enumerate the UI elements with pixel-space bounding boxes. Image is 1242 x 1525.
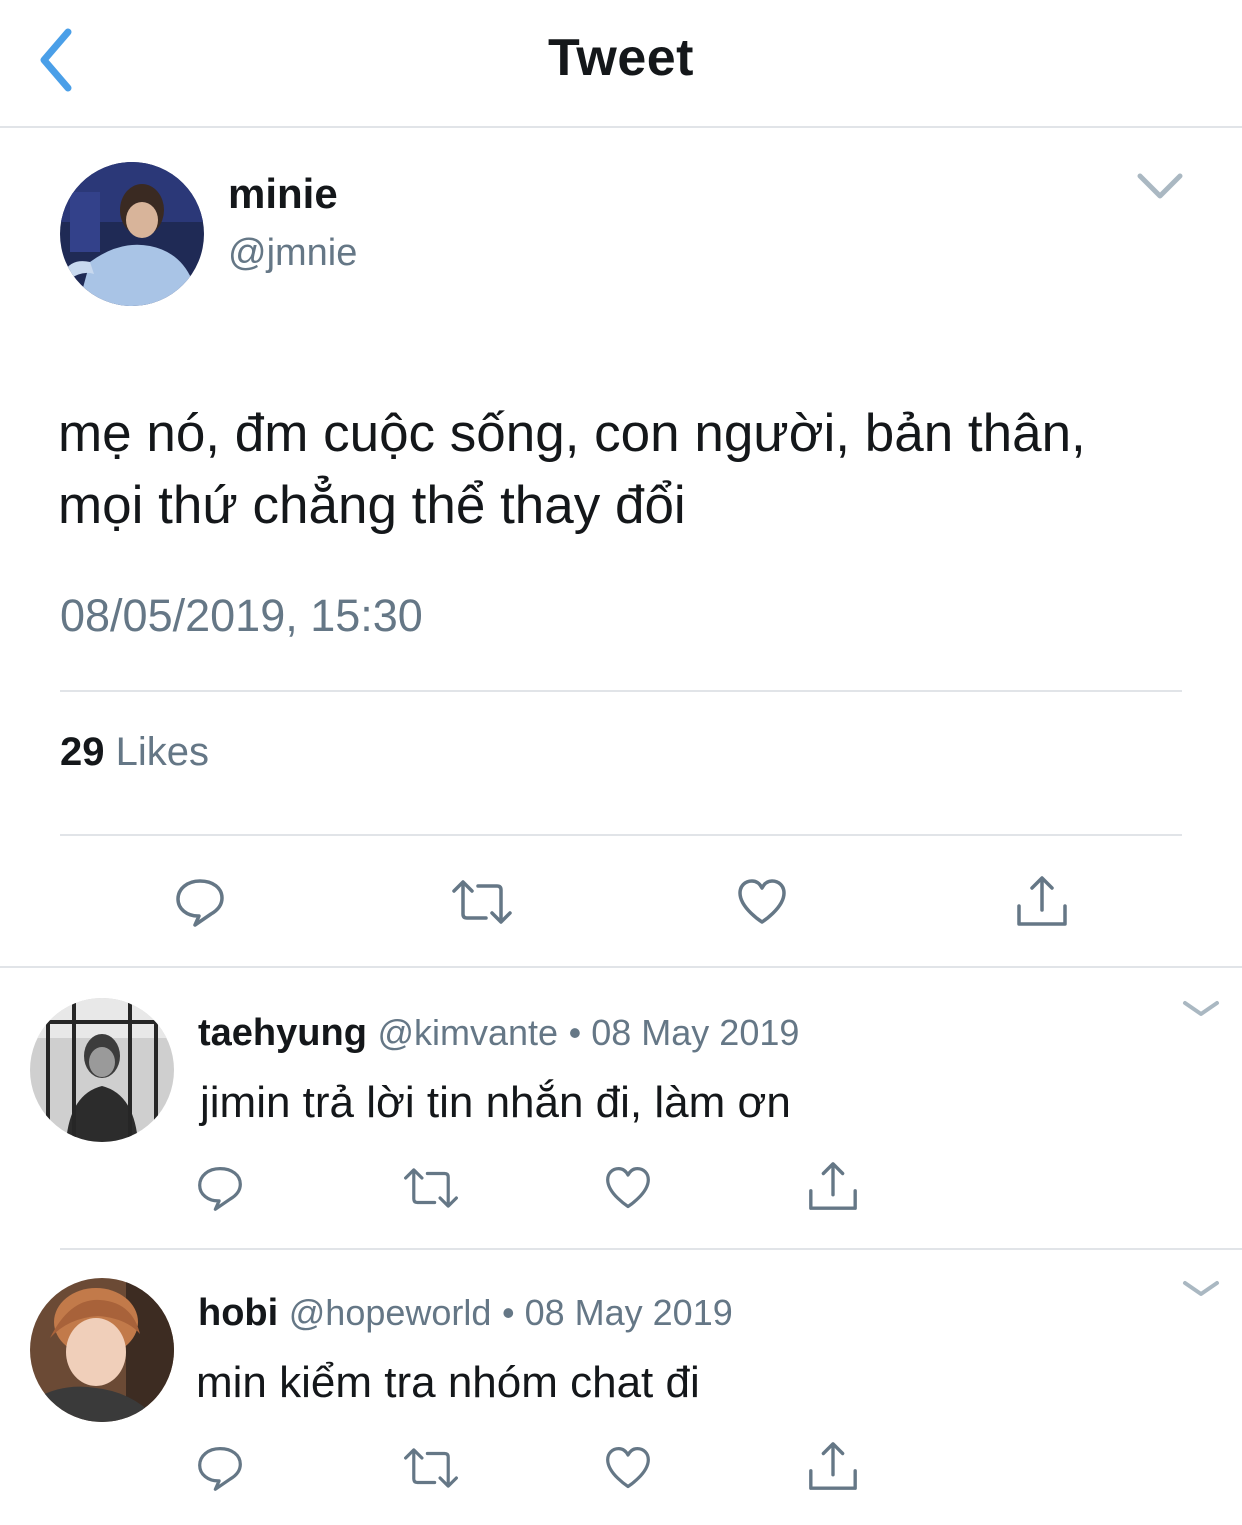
more-options-button[interactable]	[1180, 994, 1222, 1022]
likes-count: 29	[60, 730, 105, 774]
share-button[interactable]	[806, 1440, 860, 1494]
chevron-down-icon	[1183, 1281, 1219, 1296]
chevron-down-icon	[1137, 173, 1183, 199]
reply-tweet[interactable]: hobi @hopeworld • 08 May 2019 min kiểm t…	[0, 1250, 1242, 1525]
speech-bubble-icon	[198, 1447, 242, 1491]
chevron-down-icon	[1183, 1001, 1219, 1016]
avatar-image	[60, 162, 204, 306]
likes-summary[interactable]: 29 Likes	[60, 730, 209, 775]
likes-label: Likes	[115, 730, 210, 774]
like-button[interactable]	[604, 1444, 652, 1492]
avatar[interactable]	[30, 1278, 174, 1422]
share-button[interactable]	[1014, 874, 1070, 930]
like-button[interactable]	[604, 1164, 652, 1212]
reply-text: jimin trả lời tin nhắn đi, làm ơn	[200, 1078, 791, 1127]
avatar-image	[30, 1278, 174, 1422]
reply-author-handle[interactable]: @kimvante	[377, 1012, 558, 1053]
speech-bubble-icon	[198, 1167, 242, 1211]
author-name[interactable]: minie	[228, 170, 338, 218]
nav-bar: Tweet	[0, 0, 1242, 128]
share-icon	[809, 1442, 857, 1490]
reply-header: taehyung @kimvante • 08 May 2019	[198, 1012, 799, 1055]
more-options-button[interactable]	[1134, 168, 1186, 204]
tweet-text: mẹ nó, đm cuộc sống, con người, bản thân…	[58, 398, 1198, 542]
retweet-button[interactable]	[450, 876, 514, 928]
share-icon	[1017, 876, 1067, 926]
divider	[60, 834, 1182, 836]
reply-author-name[interactable]: taehyung	[198, 1012, 367, 1054]
more-options-button[interactable]	[1180, 1274, 1222, 1302]
heart-icon	[738, 879, 786, 924]
reply-header: hobi @hopeworld • 08 May 2019	[198, 1292, 733, 1335]
tweet-text-line: mẹ nó, đm cuộc sống, con người, bản thân…	[58, 404, 1086, 463]
avatar-image	[30, 998, 174, 1142]
retweet-button[interactable]	[402, 1164, 460, 1212]
reply-author-handle[interactable]: @hopeworld	[289, 1292, 492, 1333]
reply-text: min kiểm tra nhóm chat đi	[196, 1358, 700, 1407]
reply-author-name[interactable]: hobi	[198, 1292, 278, 1334]
retweet-icon	[452, 880, 512, 924]
reply-date: • 08 May 2019	[568, 1012, 800, 1053]
divider	[60, 690, 1182, 692]
reply-tweet[interactable]: taehyung @kimvante • 08 May 2019 jimin t…	[0, 968, 1242, 1248]
page-title: Tweet	[547, 29, 694, 87]
tweet-text-line: mọi thứ chẳng thể thay đổi	[58, 476, 686, 535]
heart-icon	[606, 1447, 650, 1489]
speech-bubble-icon	[176, 879, 224, 927]
reply-button[interactable]	[174, 876, 226, 928]
retweet-icon	[404, 1448, 458, 1488]
like-button[interactable]	[736, 876, 788, 928]
tweet-timestamp: 08/05/2019, 15:30	[60, 590, 423, 641]
reply-button[interactable]	[196, 1164, 244, 1212]
share-icon	[809, 1162, 857, 1210]
retweet-icon	[404, 1168, 458, 1208]
avatar[interactable]	[30, 998, 174, 1142]
share-button[interactable]	[806, 1160, 860, 1214]
reply-button[interactable]	[196, 1444, 244, 1492]
avatar[interactable]	[60, 162, 204, 306]
heart-icon	[606, 1167, 650, 1209]
retweet-button[interactable]	[402, 1444, 460, 1492]
author-handle[interactable]: @jmnie	[228, 232, 357, 275]
reply-date: • 08 May 2019	[502, 1292, 733, 1333]
